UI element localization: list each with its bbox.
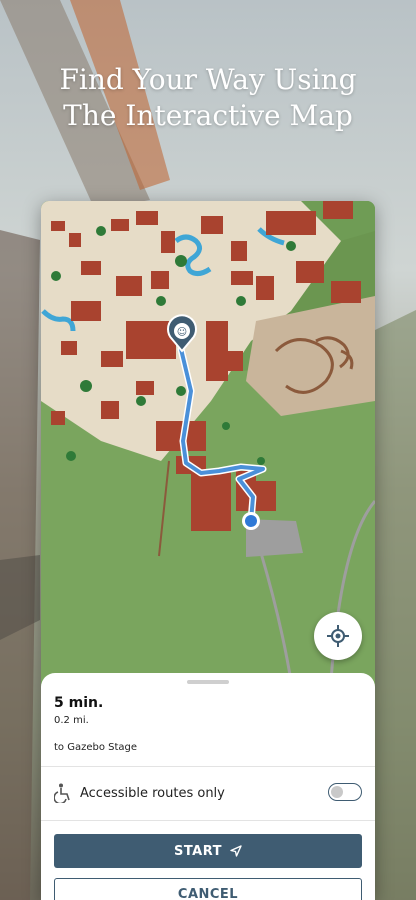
route-eta: 5 min. bbox=[54, 695, 104, 711]
start-button-label: START bbox=[173, 843, 223, 859]
accessible-routes-label: Accessible routes only bbox=[80, 785, 225, 801]
toggle-knob bbox=[331, 785, 343, 798]
cancel-button[interactable]: CANCEL bbox=[54, 878, 362, 900]
route-sheet: 5 min. 0.2 mi. to Gazebo Stage Accessibl… bbox=[41, 673, 375, 900]
headline-line-1: Find Your Way Using bbox=[59, 63, 357, 96]
navigation-arrow-icon bbox=[230, 845, 242, 857]
route-distance: 0.2 mi. bbox=[54, 715, 89, 726]
crosshair-locate-icon bbox=[327, 625, 349, 647]
destination-dot bbox=[242, 512, 260, 530]
accessible-routes-row: Accessible routes only bbox=[54, 781, 362, 805]
divider bbox=[41, 820, 375, 821]
route-destination: to Gazebo Stage bbox=[54, 742, 138, 753]
wheelchair-icon bbox=[54, 783, 70, 803]
headline-line-2: The Interactive Map bbox=[63, 99, 353, 132]
svg-text:☺: ☺ bbox=[177, 327, 187, 338]
locate-button[interactable] bbox=[314, 612, 362, 660]
headline: Find Your Way Using The Interactive Map bbox=[0, 62, 416, 134]
start-button[interactable]: START bbox=[54, 834, 362, 868]
app-screen: ☺ 5 min. 0.2 mi. to Gazebo Stage Accessi… bbox=[41, 201, 375, 900]
divider bbox=[41, 766, 375, 767]
cancel-button-label: CANCEL bbox=[177, 887, 239, 900]
sheet-grabber[interactable] bbox=[187, 680, 229, 684]
park-map[interactable]: ☺ bbox=[41, 201, 375, 681]
accessible-routes-toggle[interactable] bbox=[328, 783, 362, 801]
